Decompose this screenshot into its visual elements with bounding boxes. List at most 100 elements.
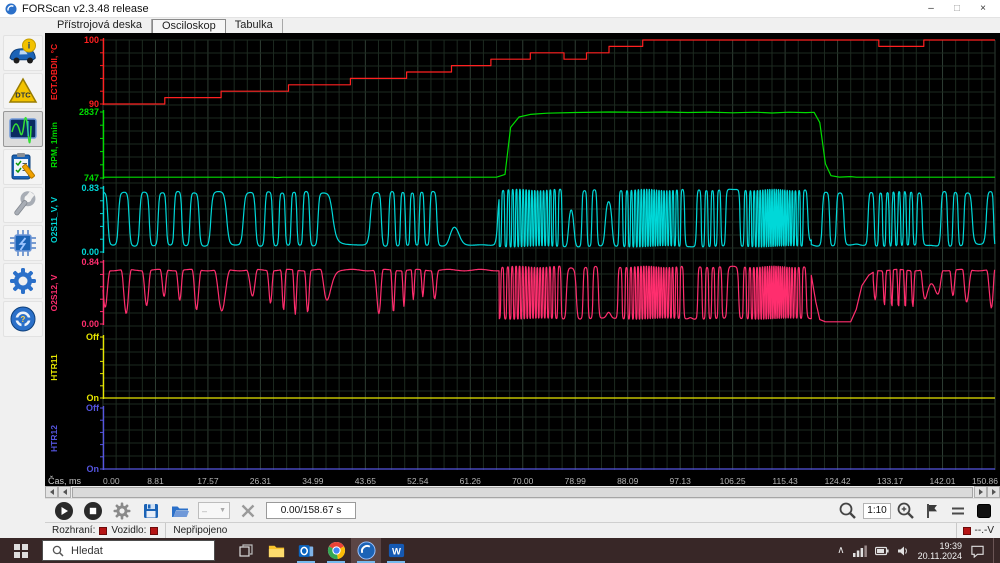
scroll-end-button[interactable] bbox=[987, 486, 1000, 498]
oscilloscope-canvas[interactable]: ECT.OBDII, °C 100 90 RPM, 1/min 2837 747 O2S11… bbox=[45, 33, 1000, 486]
chrome-button[interactable] bbox=[321, 538, 351, 563]
search-icon bbox=[52, 545, 64, 557]
chevron-down-icon: ▼ bbox=[219, 507, 226, 514]
triangle-left-icon bbox=[62, 489, 67, 495]
titlebar: FORScan v2.3.48 release – □ × bbox=[0, 0, 1000, 18]
channel-min-label: On bbox=[87, 393, 100, 403]
scroll-start-button[interactable] bbox=[45, 486, 58, 498]
display-mode-button[interactable] bbox=[973, 501, 995, 521]
start-button[interactable] bbox=[0, 538, 42, 563]
save-button[interactable] bbox=[140, 501, 162, 521]
windows-taskbar: Hledat W ∧ 19:39 20.11.2024 bbox=[0, 538, 1000, 563]
scroll-left-button[interactable] bbox=[58, 486, 71, 498]
zoom-out-button[interactable] bbox=[837, 501, 859, 521]
chrome-icon bbox=[327, 541, 345, 560]
taskbar-search-input[interactable]: Hledat bbox=[42, 540, 215, 561]
time-tick-label: 0.00 bbox=[103, 476, 120, 486]
word-icon: W bbox=[388, 543, 404, 557]
sidebar-item-settings[interactable] bbox=[2, 263, 43, 299]
vehicle-label: Vozidlo: bbox=[111, 525, 147, 536]
time-tick-label: 133.17 bbox=[877, 476, 903, 486]
time-tick-label: 142.01 bbox=[930, 476, 956, 486]
scroll-right-button[interactable] bbox=[974, 486, 987, 498]
channel-label: ECT.OBDII, °C bbox=[49, 44, 59, 100]
task-view-button[interactable] bbox=[231, 538, 261, 563]
zoom-ratio-select[interactable]: 1:10 bbox=[863, 502, 891, 519]
system-tray: ∧ 19:39 20.11.2024 bbox=[837, 538, 1000, 563]
time-tick-label: 150.86 bbox=[972, 476, 998, 486]
svg-text:DTC: DTC bbox=[15, 91, 31, 100]
show-desktop-button[interactable] bbox=[993, 538, 997, 563]
stop-button[interactable] bbox=[82, 501, 104, 521]
time-tick-label: 124.42 bbox=[825, 476, 851, 486]
scope-grid bbox=[102, 39, 996, 470]
filled-square-icon bbox=[977, 503, 991, 518]
statusbar: Rozhraní: Vozidlo: Nepřipojeno --.-V bbox=[45, 522, 1000, 538]
marker-flag-button[interactable] bbox=[921, 501, 943, 521]
maximize-button[interactable]: □ bbox=[945, 1, 969, 16]
channel-max-label: Off bbox=[86, 332, 100, 342]
channel-label: HTR11 bbox=[49, 354, 59, 381]
tab-pristrojova-deska[interactable]: Přístrojová deska bbox=[48, 19, 152, 33]
channel-max-label: 0.84 bbox=[81, 257, 99, 267]
file-explorer-button[interactable] bbox=[261, 538, 291, 563]
sidebar-item-vehicle-info[interactable]: i bbox=[2, 35, 43, 71]
scope-settings-button[interactable] bbox=[111, 501, 133, 521]
wrench-icon bbox=[13, 191, 35, 216]
svg-text:W: W bbox=[392, 546, 401, 557]
speaker-icon[interactable] bbox=[897, 545, 910, 557]
close-button[interactable]: × bbox=[971, 1, 995, 16]
open-button[interactable] bbox=[169, 501, 191, 521]
time-axis-label: Čas, ms bbox=[48, 476, 82, 486]
play-button[interactable] bbox=[53, 501, 75, 521]
channel-min-label: 747 bbox=[84, 173, 99, 183]
interface-status-panel: Rozhraní: Vozidlo: bbox=[45, 523, 167, 538]
minimize-button[interactable]: – bbox=[919, 1, 943, 16]
windows-logo-icon bbox=[14, 543, 28, 558]
voltage-status-led bbox=[962, 526, 971, 535]
channel-min-label: 0.00 bbox=[81, 319, 99, 329]
tab-osciloskop[interactable]: Osciloskop bbox=[151, 19, 226, 33]
grid-lines-button[interactable] bbox=[947, 501, 969, 521]
folder-icon bbox=[268, 545, 284, 558]
sidebar-item-service[interactable] bbox=[2, 187, 43, 223]
tab-tabulka[interactable]: Tabulka bbox=[226, 19, 283, 33]
word-button[interactable]: W bbox=[381, 538, 411, 563]
scope-scrollbar[interactable] bbox=[45, 486, 1000, 498]
flag-icon bbox=[927, 503, 937, 518]
car-info-icon: i bbox=[8, 38, 36, 64]
time-tick-label: 61.26 bbox=[460, 476, 482, 486]
svg-text:?: ? bbox=[20, 315, 25, 324]
scope-plot: ECT.OBDII, °C10090RPM, 1/min2837747O2S11… bbox=[48, 35, 998, 486]
mode-combo[interactable]: – ▼ bbox=[198, 502, 230, 519]
taskbar-clock[interactable]: 19:39 20.11.2024 bbox=[918, 541, 962, 561]
magnifier-plus-icon bbox=[897, 502, 914, 519]
notification-center-icon[interactable] bbox=[970, 544, 985, 558]
battery-icon[interactable] bbox=[874, 545, 889, 557]
outlook-button[interactable] bbox=[291, 538, 321, 563]
network-icon[interactable] bbox=[852, 545, 867, 557]
time-tick-label: 70.00 bbox=[512, 476, 534, 486]
zoom-in-button[interactable] bbox=[895, 501, 917, 521]
sidebar-item-dtc[interactable]: DTC bbox=[2, 73, 43, 109]
sidebar-item-help[interactable]: ? bbox=[2, 301, 43, 337]
window-controls: – □ × bbox=[919, 1, 995, 16]
tray-expand-chevron-icon[interactable]: ∧ bbox=[837, 545, 844, 556]
scrollbar-thumb[interactable] bbox=[72, 486, 973, 498]
gear-icon bbox=[9, 268, 36, 294]
clock-time: 19:39 bbox=[939, 540, 962, 551]
sidebar-item-oscilloscope[interactable] bbox=[2, 111, 43, 147]
channel-label: O2S11_V, V bbox=[49, 197, 59, 243]
taskbar-apps: W bbox=[231, 538, 411, 563]
time-tick-label: 52.54 bbox=[407, 476, 429, 486]
sidebar-item-configuration[interactable] bbox=[2, 225, 43, 261]
channel-min-label: On bbox=[87, 464, 100, 474]
sidebar-item-tests[interactable] bbox=[2, 149, 43, 185]
channel-max-label: Off bbox=[86, 403, 100, 413]
time-tick-label: 43.65 bbox=[355, 476, 377, 486]
forscan-taskbar-button[interactable] bbox=[351, 538, 381, 563]
clear-button[interactable] bbox=[237, 501, 259, 521]
triangle-right-icon bbox=[978, 489, 983, 495]
search-placeholder: Hledat bbox=[71, 544, 103, 557]
triangle-right-icon bbox=[991, 489, 996, 495]
